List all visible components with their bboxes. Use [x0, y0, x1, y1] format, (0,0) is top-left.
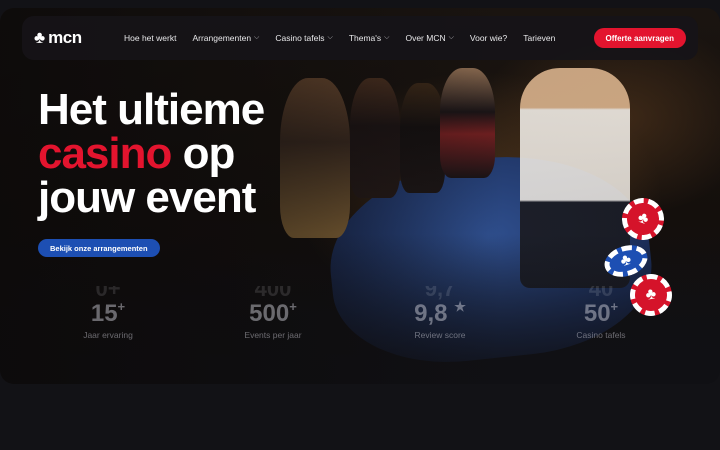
nav-item-label: Arrangementen — [192, 33, 252, 43]
nav-item-how-it-works[interactable]: Hoe het werkt — [116, 33, 184, 43]
headline-line-3: jouw event — [38, 173, 256, 222]
headline-line-1: Het ultieme — [38, 85, 265, 134]
stat-experience: 0+ 15+ Jaar ervaring — [33, 286, 183, 352]
stat-ghost-value: 400 — [254, 286, 292, 300]
logo-text: mcn — [48, 28, 82, 47]
hero-headline: Het ultieme casino op jouw event — [38, 85, 265, 222]
hero-banner: ♣ ♣ ♣ Het ultieme casino op jouw event B… — [0, 8, 720, 384]
stat-ghost-value: 0+ — [95, 286, 121, 300]
stats-row: 0+ 15+ Jaar ervaring 400 500+ Events per… — [38, 286, 668, 356]
stat-events: 400 500+ Events per jaar — [198, 286, 348, 352]
nav-item-label: Tarieven — [523, 33, 556, 43]
stat-suffix: + — [610, 299, 619, 314]
stat-suffix: + — [289, 299, 297, 314]
nav-item-label: Hoe het werkt — [124, 33, 177, 43]
stat-number: 15 — [90, 300, 118, 327]
main-navbar: ♣ mcn Hoe het werkt Arrangementen ⌵ Casin… — [22, 16, 698, 60]
nav-menu: Hoe het werkt Arrangementen ⌵ Casino tafe… — [116, 33, 563, 43]
nav-item-label: Over MCN — [405, 33, 446, 43]
nav-item-label: Voor wie? — [469, 33, 508, 43]
stat-suffix: + — [117, 299, 126, 314]
nav-item-pricing[interactable]: Tarieven — [515, 33, 563, 43]
clover-icon: ♣ — [618, 250, 634, 271]
nav-item-casino-tables[interactable]: Casino tafels ⌵ — [267, 33, 340, 43]
stat-label: Review score — [414, 330, 466, 340]
chevron-down-icon: ⌵ — [448, 34, 454, 41]
chevron-down-icon: ⌵ — [327, 34, 333, 41]
stat-tables: 40 50+ Casino tafels — [526, 286, 676, 352]
stat-label: Casino tafels — [576, 330, 626, 340]
star-icon: ★ — [454, 299, 466, 314]
stat-value: 50+ — [526, 300, 676, 328]
stat-value: 9,8 ★ — [365, 300, 515, 328]
headline-line-2-rest: op — [171, 129, 236, 178]
view-arrangements-button[interactable]: Bekijk onze arrangementen — [38, 239, 160, 257]
headline-line-2: casino op — [38, 132, 264, 176]
headline-highlight: casino — [38, 129, 172, 178]
nav-item-label: Thema's — [348, 33, 382, 43]
chevron-down-icon: ⌵ — [254, 34, 260, 41]
nav-item-arrangements[interactable]: Arrangementen ⌵ — [184, 33, 267, 43]
stat-value: 500+ — [198, 300, 348, 328]
request-quote-button[interactable]: Offerte aanvragen — [593, 28, 686, 48]
stat-value: 15+ — [33, 300, 183, 328]
stat-review: 9,7 9,8 ★ Review score — [365, 286, 515, 352]
nav-item-label: Casino tafels — [275, 33, 325, 43]
chevron-down-icon: ⌵ — [384, 34, 390, 41]
nav-item-for-who[interactable]: Voor wie? — [462, 33, 515, 43]
stat-label: Events per jaar — [244, 330, 302, 340]
stat-ghost-value: 40 — [588, 286, 614, 300]
stat-label: Jaar ervaring — [83, 330, 133, 340]
clover-icon: ♣ — [635, 208, 652, 229]
stat-number: 9,8 — [414, 300, 448, 327]
stat-number: 500 — [249, 300, 290, 327]
clover-icon: ♣ — [34, 28, 46, 47]
nav-item-about[interactable]: Over MCN ⌵ — [397, 33, 461, 43]
stat-number: 50 — [583, 300, 611, 327]
stat-ghost-value: 9,7 — [424, 286, 456, 300]
brand-logo[interactable]: ♣ mcn — [34, 28, 114, 48]
nav-item-themes[interactable]: Thema's ⌵ — [341, 33, 398, 43]
